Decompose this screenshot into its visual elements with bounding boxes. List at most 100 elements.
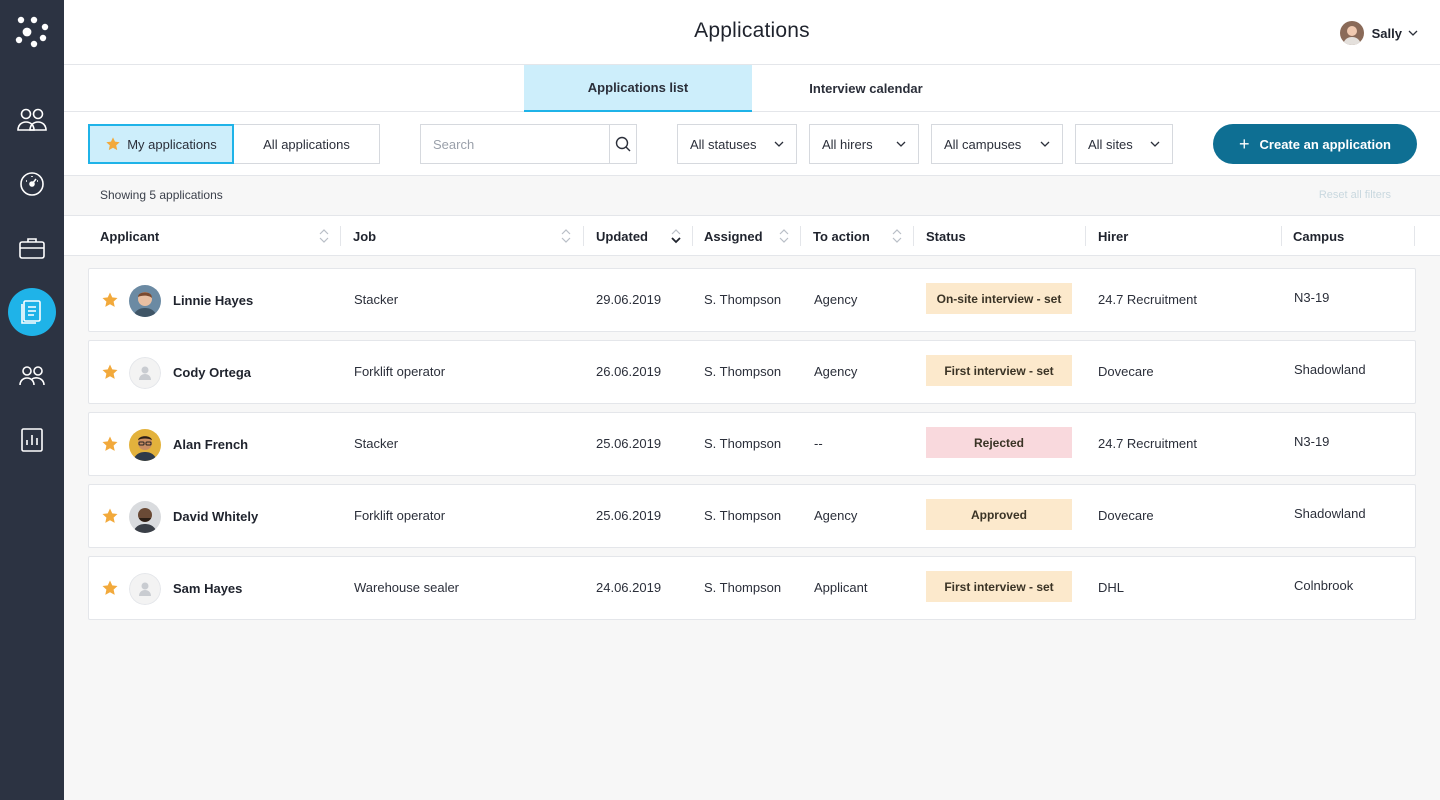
status-badge: Approved xyxy=(926,499,1072,530)
status-filter-dropdown[interactable]: All statuses xyxy=(677,124,797,164)
updated-date: 25.06.2019 xyxy=(596,436,662,451)
chevron-down-icon xyxy=(1040,141,1050,147)
to-action: Agency xyxy=(814,292,858,307)
job-title: Stacker xyxy=(354,292,399,307)
star-icon xyxy=(106,137,120,151)
applicant-name[interactable]: Alan French xyxy=(173,437,248,452)
job-title: Stacker xyxy=(354,436,399,451)
sidebar xyxy=(0,0,64,800)
column-header-updated[interactable]: Updated xyxy=(596,216,648,256)
column-header-campus[interactable]: Campus xyxy=(1293,216,1344,256)
job-title: Forklift operator xyxy=(354,364,446,379)
table-row[interactable]: Alan French Stacker 25.06.2019 S. Thomps… xyxy=(88,412,1416,476)
table-header: Applicant Job Updated Assigned To action… xyxy=(64,215,1440,256)
header: Applications Sally xyxy=(64,0,1440,65)
toolbar: My applications All applications All sta… xyxy=(64,112,1440,176)
nav-chart-icon[interactable] xyxy=(8,416,56,464)
to-action: Agency xyxy=(814,364,858,379)
updated-date: 25.06.2019 xyxy=(596,508,662,523)
column-header-status[interactable]: Status xyxy=(926,216,966,256)
nav-documents-icon[interactable] xyxy=(8,288,56,336)
nav-people-icon[interactable] xyxy=(8,96,56,144)
avatar xyxy=(1339,21,1364,45)
hirer-filter-label: All hirers xyxy=(822,136,873,152)
status-badge: On-site interview - set xyxy=(926,283,1072,314)
nav-briefcase-icon[interactable] xyxy=(8,224,56,272)
updated-date: 26.06.2019 xyxy=(596,364,662,379)
job-title: Forklift operator xyxy=(354,508,446,523)
create-application-button[interactable]: + Create an application xyxy=(1213,124,1417,164)
hirer-filter-dropdown[interactable]: All hirers xyxy=(809,124,919,164)
results-count: Showing 5 applications xyxy=(100,188,223,202)
table-row[interactable]: David Whitely Forklift operator 25.06.20… xyxy=(88,484,1416,548)
campus-name: Shadowland xyxy=(1294,362,1366,377)
star-icon[interactable] xyxy=(101,507,119,525)
my-applications-button[interactable]: My applications xyxy=(88,124,234,164)
all-applications-button[interactable]: All applications xyxy=(234,124,380,164)
star-icon[interactable] xyxy=(101,291,119,309)
column-divider xyxy=(1281,226,1282,246)
column-divider xyxy=(800,226,801,246)
sort-icon[interactable] xyxy=(560,227,572,245)
reset-filters-link[interactable]: Reset all filters xyxy=(1319,189,1391,201)
to-action: Applicant xyxy=(814,580,868,595)
campus-filter-label: All campuses xyxy=(944,136,1022,152)
chevron-down-icon xyxy=(1408,30,1418,36)
nav-team-icon[interactable] xyxy=(8,352,56,400)
user-menu[interactable]: Sally xyxy=(1339,20,1418,46)
star-icon[interactable] xyxy=(101,435,119,453)
campus-name: N3-19 xyxy=(1294,434,1330,449)
star-icon[interactable] xyxy=(101,363,119,381)
column-divider xyxy=(1414,226,1415,246)
status-badge: First interview - set xyxy=(926,355,1072,386)
column-divider xyxy=(913,226,914,246)
plus-icon: + xyxy=(1239,134,1250,154)
avatar-placeholder-icon xyxy=(129,573,161,605)
column-divider xyxy=(1085,226,1086,246)
hirer-name: DHL xyxy=(1098,580,1125,595)
table-row[interactable]: Cody Ortega Forklift operator 26.06.2019… xyxy=(88,340,1416,404)
user-name: Sally xyxy=(1371,25,1402,41)
column-header-to-action[interactable]: To action xyxy=(813,216,870,256)
column-header-hirer[interactable]: Hirer xyxy=(1098,216,1128,256)
sort-icon[interactable] xyxy=(778,227,790,245)
column-header-job[interactable]: Job xyxy=(353,216,376,256)
campus-name: Shadowland xyxy=(1294,506,1366,521)
campus-name: Colnbrook xyxy=(1294,578,1354,593)
column-header-applicant[interactable]: Applicant xyxy=(100,216,159,256)
status-badge: Rejected xyxy=(926,427,1072,458)
table-row[interactable]: Linnie Hayes Stacker 29.06.2019 S. Thomp… xyxy=(88,268,1416,332)
tab-interview-calendar[interactable]: Interview calendar xyxy=(752,65,980,112)
job-title: Warehouse sealer xyxy=(354,580,460,595)
status-filter-label: All statuses xyxy=(690,136,757,152)
applicant-name[interactable]: Sam Hayes xyxy=(173,581,242,596)
applicant-name[interactable]: Cody Ortega xyxy=(173,365,251,380)
assigned-to: S. Thompson xyxy=(704,508,782,523)
applicant-name[interactable]: Linnie Hayes xyxy=(173,293,253,308)
site-filter-dropdown[interactable]: All sites xyxy=(1075,124,1173,164)
search-button[interactable] xyxy=(609,125,636,163)
table-row[interactable]: Sam Hayes Warehouse sealer 24.06.2019 S.… xyxy=(88,556,1416,620)
column-header-assigned[interactable]: Assigned xyxy=(704,216,763,256)
avatar xyxy=(129,429,161,461)
search-input[interactable] xyxy=(421,125,609,163)
avatar xyxy=(129,501,161,533)
assigned-to: S. Thompson xyxy=(704,292,782,307)
sort-desc-icon[interactable] xyxy=(670,227,682,245)
sort-icon[interactable] xyxy=(891,227,903,245)
avatar xyxy=(129,285,161,317)
chevron-down-icon xyxy=(774,141,784,147)
chevron-down-icon xyxy=(896,141,906,147)
applicant-name[interactable]: David Whitely xyxy=(173,509,258,524)
status-badge: First interview - set xyxy=(926,571,1072,602)
avatar-placeholder-icon xyxy=(129,357,161,389)
logo-icon[interactable] xyxy=(12,14,52,50)
sort-icon[interactable] xyxy=(318,227,330,245)
to-action: -- xyxy=(814,436,823,451)
campus-filter-dropdown[interactable]: All campuses xyxy=(931,124,1063,164)
tab-applications-list[interactable]: Applications list xyxy=(524,65,752,112)
create-application-label: Create an application xyxy=(1259,136,1391,152)
nav-dashboard-icon[interactable] xyxy=(8,160,56,208)
search-icon xyxy=(615,136,631,152)
star-icon[interactable] xyxy=(101,579,119,597)
